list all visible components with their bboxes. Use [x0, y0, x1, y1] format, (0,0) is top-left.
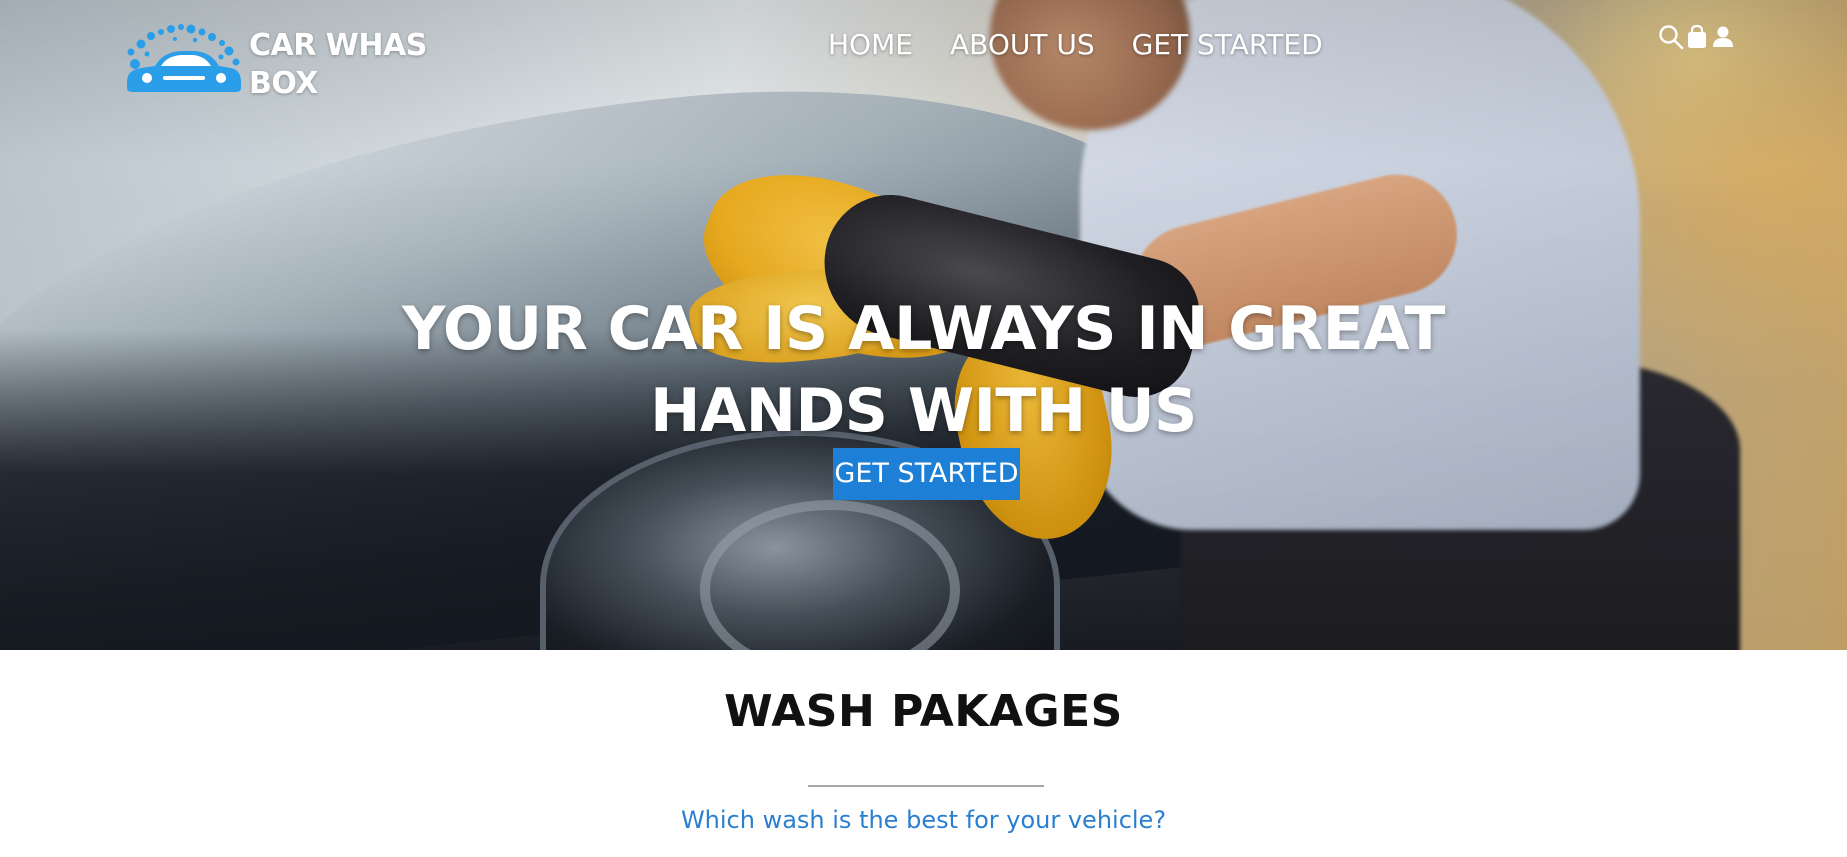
nav-get-started-link[interactable]: GET STARTED: [1132, 28, 1323, 62]
main-nav: HOME ABOUT US GET STARTED: [828, 28, 1323, 62]
section-subtitle: Which wash is the best for your vehicle?: [680, 806, 1167, 834]
hero-title-line2: HANDS WITH US: [650, 376, 1197, 446]
nav-home-link[interactable]: HOME: [828, 28, 913, 62]
hero-title-line1: YOUR CAR IS ALWAYS IN GREAT: [402, 294, 1445, 364]
hero-banner: CAR WHAS BOX HOME ABOUT US GET STARTED Y…: [0, 0, 1847, 650]
hero-title: YOUR CAR IS ALWAYS IN GREAT HANDS WITH U…: [0, 288, 1847, 452]
car-wash-bubbles-icon: [127, 24, 241, 92]
brand-name-line2: BOX: [249, 66, 318, 101]
brand-name: CAR WHAS BOX: [249, 27, 427, 103]
brand-logo[interactable]: CAR WHAS BOX: [123, 24, 427, 103]
header-icons: [1658, 24, 1736, 50]
get-started-button[interactable]: GET STARTED: [833, 448, 1020, 500]
shopping-bag-icon[interactable]: [1684, 24, 1710, 50]
search-icon[interactable]: [1658, 24, 1684, 50]
brand-name-line1: CAR WHAS: [249, 28, 427, 63]
section-divider: [808, 785, 1044, 787]
section-title: WASH PAKAGES: [724, 686, 1123, 737]
nav-about-link[interactable]: ABOUT US: [950, 28, 1095, 62]
user-icon[interactable]: [1710, 24, 1736, 50]
